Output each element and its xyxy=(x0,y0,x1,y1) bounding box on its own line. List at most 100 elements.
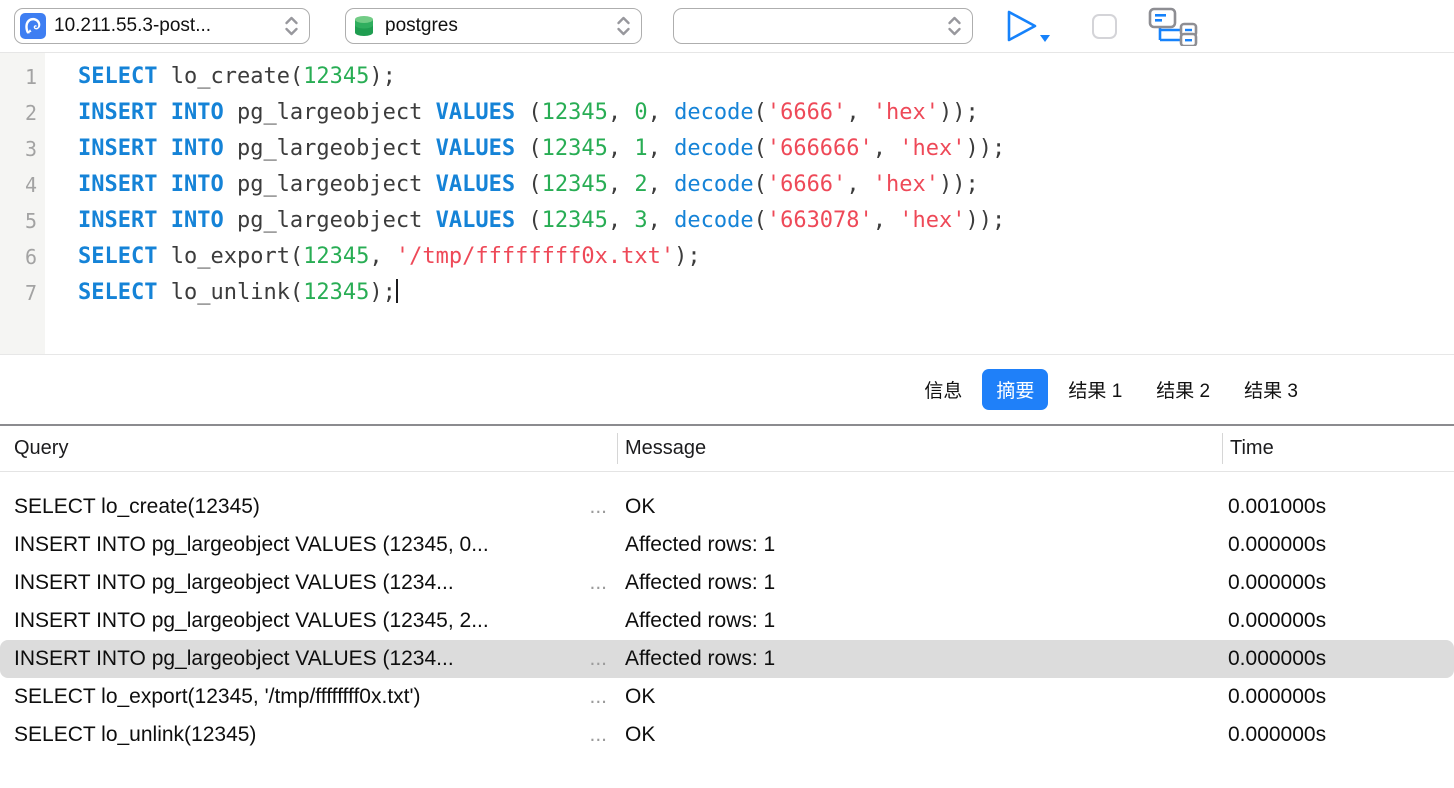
code-token: , xyxy=(846,100,873,125)
run-button[interactable] xyxy=(1005,8,1059,44)
explain-plan-button[interactable] xyxy=(1147,6,1203,46)
tab-result-2[interactable]: 结果 2 xyxy=(1142,369,1224,410)
line-number: 3 xyxy=(0,131,45,167)
code-line: INSERT INTO pg_largeobject VALUES (12345… xyxy=(78,167,1454,203)
column-header-time[interactable]: Time xyxy=(1222,426,1454,471)
query-text: INSERT INTO pg_largeobject VALUES (1234.… xyxy=(14,571,454,595)
line-number-gutter: 1234567 xyxy=(0,53,45,354)
table-row[interactable]: INSERT INTO pg_largeobject VALUES (1234.… xyxy=(0,640,1454,678)
code-token: 0 xyxy=(634,100,647,125)
tab-summary[interactable]: 摘要 xyxy=(982,369,1048,410)
code-token: lo_create( xyxy=(157,64,303,89)
table-row[interactable]: SELECT lo_create(12345)...OK0.001000s xyxy=(0,488,1454,526)
code-token: 12345 xyxy=(303,280,369,305)
code-token: , xyxy=(608,172,635,197)
code-token: 1 xyxy=(634,136,647,161)
code-token: pg_largeobject xyxy=(224,136,436,161)
overflow-ellipsis: ... xyxy=(589,495,617,519)
query-cell: INSERT INTO pg_largeobject VALUES (1234.… xyxy=(0,564,617,602)
up-down-chevrons-icon xyxy=(945,15,964,37)
code-token: 12345 xyxy=(542,136,608,161)
code-area[interactable]: SELECT lo_create( 12345); INSERT INTO pg_l… xyxy=(45,53,1454,354)
sql-editor[interactable]: 1234567 SELECT lo_create( 12345); INSERT I… xyxy=(0,53,1454,355)
database-select[interactable]: postgres xyxy=(345,8,642,44)
table-row[interactable]: SELECT lo_export(12345, '/tmp/ffffffff0x… xyxy=(0,678,1454,716)
code-token: SELECT xyxy=(78,280,157,305)
code-token: VALUES xyxy=(436,136,515,161)
code-line: INSERT INTO pg_largeobject VALUES (12345… xyxy=(78,131,1454,167)
line-number: 5 xyxy=(0,203,45,239)
code-token: 12345 xyxy=(542,208,608,233)
code-token: pg_largeobject xyxy=(224,172,436,197)
code-token: ( xyxy=(754,208,767,233)
tab-info[interactable]: 信息 xyxy=(910,369,976,410)
query-cell: SELECT lo_unlink(12345)... xyxy=(0,716,617,754)
table-row[interactable]: INSERT INTO pg_largeobject VALUES (1234.… xyxy=(0,564,1454,602)
message-cell: OK xyxy=(617,678,1222,716)
code-line: SELECT lo_export(12345, '/tmp/ffffffff0x… xyxy=(78,239,1454,275)
query-cell: INSERT INTO pg_largeobject VALUES (12345… xyxy=(0,526,617,564)
code-token: 'hex' xyxy=(873,100,939,125)
stop-on-error-checkbox[interactable] xyxy=(1092,14,1117,39)
time-cell: 0.001000s xyxy=(1222,488,1454,526)
results-header: Query Message Time xyxy=(0,426,1454,472)
query-profile-select[interactable] xyxy=(673,8,973,44)
line-number: 7 xyxy=(0,275,45,311)
overflow-ellipsis: ... xyxy=(589,647,617,671)
up-down-chevrons-icon xyxy=(614,15,633,37)
table-row[interactable]: INSERT INTO pg_largeobject VALUES (12345… xyxy=(0,602,1454,640)
code-token: SELECT xyxy=(78,64,157,89)
connection-select[interactable]: 10.211.55.3-post... xyxy=(14,8,310,44)
code-token: 12345 xyxy=(542,172,608,197)
table-row[interactable]: INSERT INTO pg_largeobject VALUES (12345… xyxy=(0,526,1454,564)
code-token: INSERT INTO xyxy=(78,100,224,125)
table-row[interactable]: SELECT lo_unlink(12345)...OK0.000000s xyxy=(0,716,1454,754)
code-token: pg_largeobject xyxy=(224,100,436,125)
connection-select-value: 10.211.55.3-post... xyxy=(54,15,276,37)
time-cell: 0.000000s xyxy=(1222,602,1454,640)
column-header-message[interactable]: Message xyxy=(617,426,1222,471)
code-token: ( xyxy=(754,136,767,161)
query-text: SELECT lo_create(12345) xyxy=(14,495,260,519)
database-select-value: postgres xyxy=(385,15,608,37)
code-token: INSERT INTO xyxy=(78,208,224,233)
query-text: INSERT INTO pg_largeobject VALUES (1234.… xyxy=(14,647,454,671)
tab-result-3[interactable]: 结果 3 xyxy=(1230,369,1312,410)
code-token: ); xyxy=(369,280,396,305)
code-token: , xyxy=(608,136,635,161)
code-token: '6666' xyxy=(767,172,846,197)
column-header-query[interactable]: Query xyxy=(0,426,617,471)
code-token: lo_unlink( xyxy=(157,280,303,305)
query-cell: INSERT INTO pg_largeobject VALUES (1234.… xyxy=(0,640,617,678)
code-token: ( xyxy=(754,100,767,125)
database-cylinder-icon xyxy=(351,13,377,39)
results-body: SELECT lo_create(12345)...OK0.001000sINS… xyxy=(0,472,1454,754)
dropdown-caret-icon xyxy=(1040,35,1050,42)
code-token: , xyxy=(873,136,900,161)
explain-plan-tree-icon xyxy=(1147,6,1203,46)
code-token: )); xyxy=(966,208,1006,233)
code-token: INSERT INTO xyxy=(78,172,224,197)
query-text: INSERT INTO pg_largeobject VALUES (12345… xyxy=(14,533,489,557)
text-caret xyxy=(396,279,398,303)
code-token: , xyxy=(608,100,635,125)
code-line: SELECT lo_unlink(12345); xyxy=(78,275,1454,311)
line-number: 2 xyxy=(0,95,45,131)
result-tab-bar: 信息摘要结果 1结果 2结果 3 xyxy=(0,355,1454,424)
code-token: , xyxy=(648,100,675,125)
message-cell: OK xyxy=(617,716,1222,754)
query-cell: SELECT lo_export(12345, '/tmp/ffffffff0x… xyxy=(0,678,617,716)
time-cell: 0.000000s xyxy=(1222,640,1454,678)
query-text: SELECT lo_export(12345, '/tmp/ffffffff0x… xyxy=(14,685,421,709)
code-token: '6666' xyxy=(767,100,846,125)
run-play-icon xyxy=(1009,12,1035,40)
overflow-ellipsis: ... xyxy=(589,685,617,709)
message-cell: Affected rows: 1 xyxy=(617,526,1222,564)
code-token: pg_largeobject xyxy=(224,208,436,233)
code-token: )); xyxy=(966,136,1006,161)
time-cell: 0.000000s xyxy=(1222,526,1454,564)
tab-result-1[interactable]: 结果 1 xyxy=(1054,369,1136,410)
code-token: '666666' xyxy=(767,136,873,161)
toolbar: 10.211.55.3-post... postgres xyxy=(0,0,1454,53)
code-token: 2 xyxy=(634,172,647,197)
